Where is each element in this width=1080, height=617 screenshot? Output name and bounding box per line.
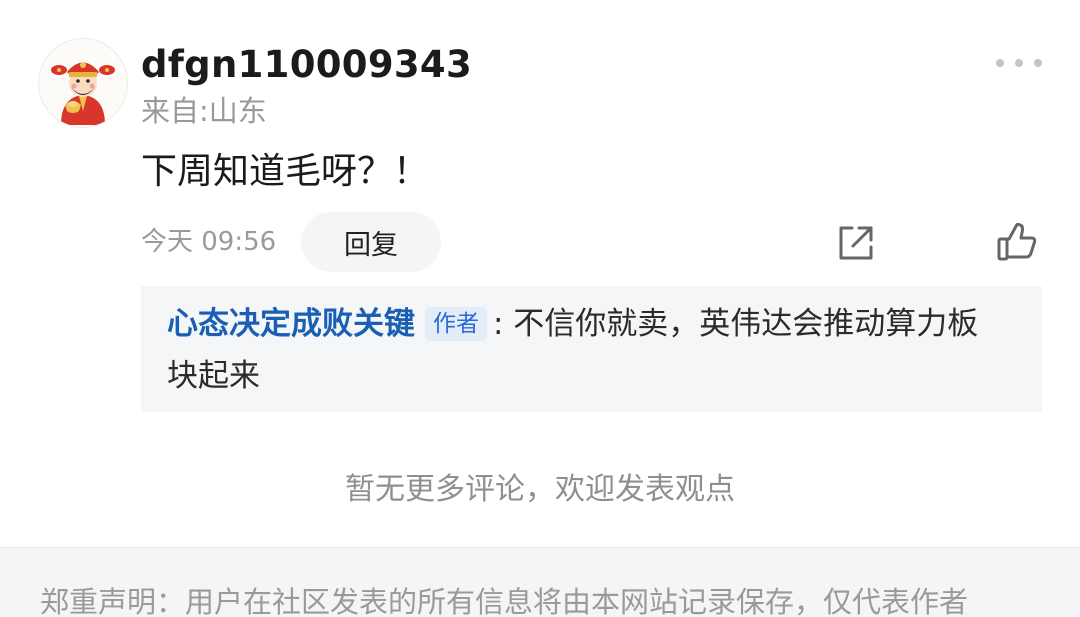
comment-text: 下周知道毛呀？！: [141, 151, 430, 192]
author-badge: 作者: [425, 307, 487, 341]
no-more-comments-message: 暂无更多评论，欢迎发表观点: [345, 472, 735, 507]
share-button[interactable]: [836, 223, 876, 263]
share-icon: [839, 226, 873, 260]
fortune-god-avatar-icon: [51, 62, 115, 125]
more-dots-icon: [996, 59, 1004, 67]
more-dots-icon: [1034, 59, 1042, 67]
avatar[interactable]: [38, 38, 128, 128]
comment-timestamp: 今天 09:56: [141, 227, 277, 257]
like-button[interactable]: [996, 221, 1038, 263]
disclaimer-section: 郑重声明：用户在社区发表的所有信息将由本网站记录保存，仅代表作者: [0, 547, 1080, 617]
disclaimer-text: 郑重声明：用户在社区发表的所有信息将由本网站记录保存，仅代表作者: [40, 585, 969, 617]
more-dots-icon: [1015, 59, 1023, 67]
reply-button[interactable]: 回复: [301, 212, 441, 272]
reply-content: 心态决定成败关键 作者: 不信你就卖，英伟达会推动算力板块起来: [167, 298, 1007, 402]
location-label: 来自:山东: [141, 94, 267, 128]
reply-preview[interactable]: 心态决定成败关键 作者: 不信你就卖，英伟达会推动算力板块起来: [141, 286, 1042, 412]
thumbs-up-icon: [997, 223, 1037, 261]
more-options-button[interactable]: [996, 48, 1042, 78]
reply-author-name[interactable]: 心态决定成败关键: [167, 306, 415, 342]
username[interactable]: dfgn110009343: [141, 41, 472, 89]
